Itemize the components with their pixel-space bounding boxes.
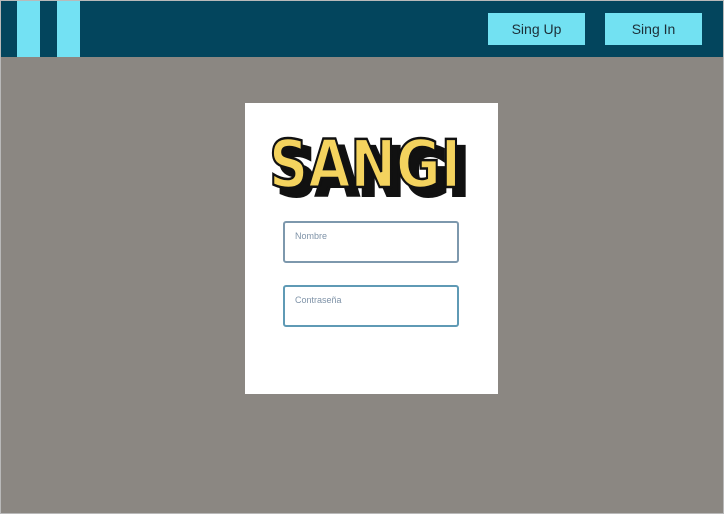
sign-in-button[interactable]: Sing In (605, 13, 702, 45)
login-card: SANGI SANGI Nombre Contraseña (245, 103, 498, 394)
name-input[interactable] (294, 243, 444, 257)
password-label: Contraseña (295, 295, 342, 305)
decorative-stripe (57, 1, 80, 57)
password-field[interactable]: Contraseña (283, 285, 459, 327)
name-label: Nombre (295, 231, 328, 241)
name-field[interactable]: Nombre (283, 221, 459, 263)
sign-up-button[interactable]: Sing Up (488, 13, 585, 45)
password-input[interactable] (294, 307, 444, 321)
logo-text: SANGI (269, 126, 461, 203)
top-navbar: Sing Up Sing In (1, 1, 723, 57)
decorative-stripe (17, 1, 40, 57)
app-window: Sing Up Sing In SANGI SANGI Nombre Contr… (0, 0, 724, 514)
sangi-logo: SANGI SANGI (268, 125, 471, 207)
